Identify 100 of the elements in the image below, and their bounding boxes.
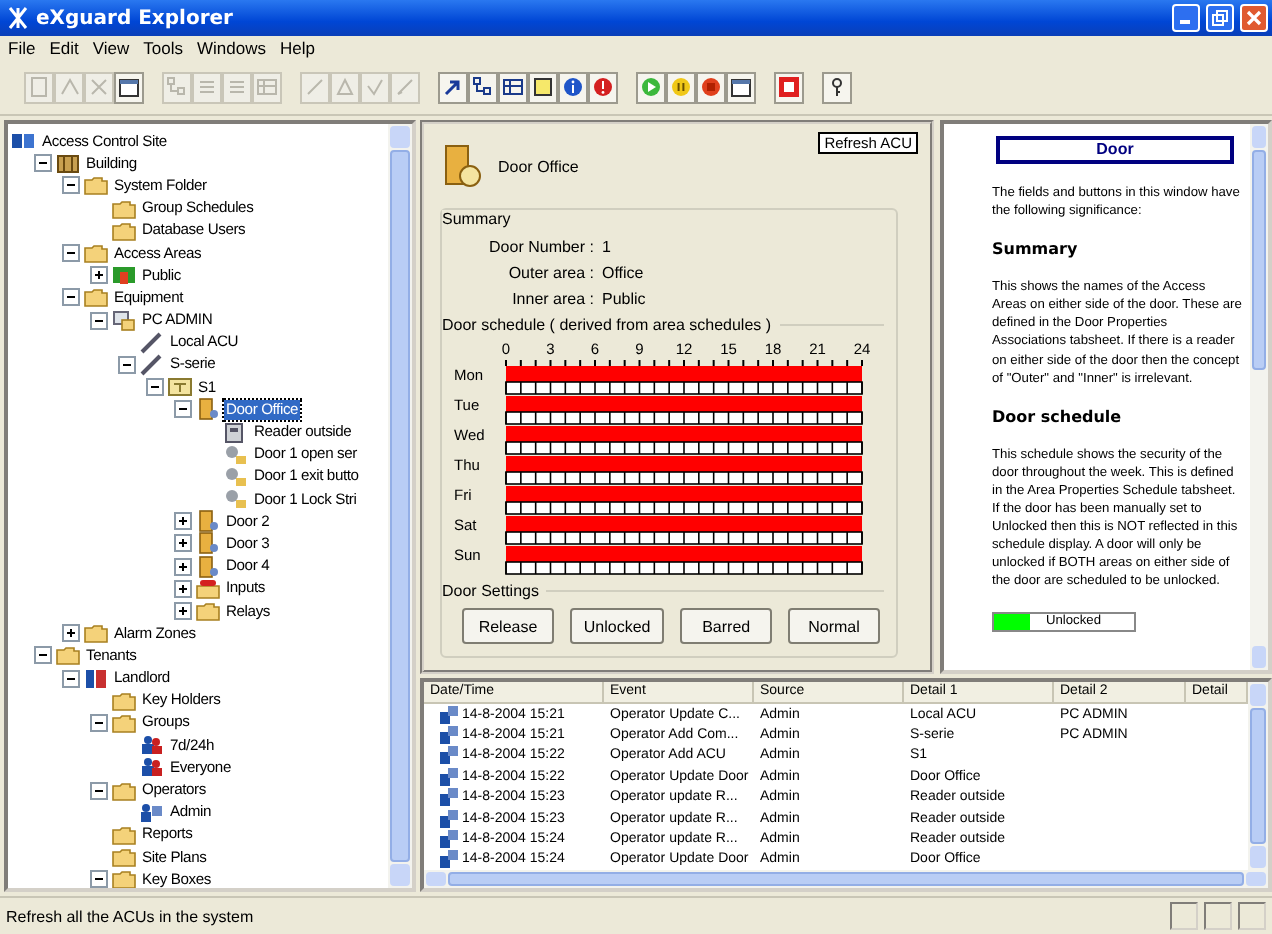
close-button[interactable] [1240, 4, 1268, 32]
expand-toggle[interactable] [90, 713, 108, 732]
field-value: Office [602, 264, 644, 282]
door-icon [196, 510, 220, 533]
minimize-button[interactable] [1172, 4, 1200, 32]
switch-icon [224, 488, 248, 511]
door-icon [196, 555, 220, 578]
pen-icon [140, 331, 164, 354]
square-icon [778, 76, 800, 98]
expand-toggle[interactable] [34, 154, 52, 173]
user-computer-icon [440, 788, 458, 807]
help-heading: Door schedule [992, 407, 1124, 426]
diagonal-line-icon [304, 76, 326, 98]
menu-item[interactable]: Tools [143, 38, 183, 58]
folder-icon [84, 174, 108, 197]
toolbar-button[interactable] [498, 71, 528, 103]
expand-toggle[interactable] [174, 557, 192, 576]
app-icon [6, 6, 30, 30]
toolbar-button[interactable] [822, 71, 852, 103]
switch-icon [224, 465, 248, 488]
toolbar-button[interactable] [696, 71, 726, 103]
expand-toggle[interactable] [90, 781, 108, 800]
people-icon [140, 756, 164, 779]
user-computer-icon [440, 850, 458, 869]
field-label: Door Number : [487, 238, 594, 256]
toolbar-button[interactable] [726, 71, 756, 103]
expand-toggle[interactable] [174, 534, 192, 553]
menu-item[interactable]: Windows [196, 38, 266, 58]
restore-button[interactable] [1206, 4, 1234, 32]
door-icon [196, 532, 220, 555]
scrollbar[interactable] [424, 870, 1268, 888]
expand-toggle[interactable] [174, 512, 192, 531]
expand-toggle[interactable] [146, 378, 164, 397]
expand-toggle[interactable] [174, 400, 192, 419]
pen-icon [140, 353, 164, 376]
info-icon [562, 76, 584, 98]
toolbar-button[interactable] [558, 71, 588, 103]
grid-icon [256, 76, 278, 98]
user-computer-icon [440, 809, 458, 828]
folder-icon [196, 600, 220, 623]
folder-icon [112, 868, 136, 888]
section-heading: Summary [442, 210, 515, 228]
folder-icon [112, 846, 136, 869]
expand-toggle[interactable] [62, 288, 80, 307]
expand-toggle[interactable] [62, 176, 80, 195]
folder-icon [112, 197, 136, 220]
expand-toggle[interactable] [174, 579, 192, 598]
folder-icon [84, 286, 108, 309]
reader-icon [224, 421, 248, 444]
door-title: Door Office [498, 157, 579, 175]
triangle-icon [334, 76, 356, 98]
expand-toggle[interactable] [62, 624, 80, 643]
building-icon [56, 152, 80, 175]
window-icon [730, 76, 752, 98]
user-computer-icon [440, 767, 458, 786]
menu-item[interactable]: File [8, 38, 36, 58]
door-setting-button[interactable]: Unlocked [569, 608, 665, 644]
toolbar-button[interactable] [468, 71, 498, 103]
scrollbar[interactable] [1250, 124, 1268, 670]
folder-icon [112, 219, 136, 242]
list-icon [226, 76, 248, 98]
expand-toggle[interactable] [118, 355, 136, 374]
expand-toggle[interactable] [90, 266, 108, 285]
expand-toggle[interactable] [62, 669, 80, 688]
chevron-up-icon [58, 76, 80, 98]
menu-item[interactable]: Edit [49, 38, 79, 58]
toolbar-button[interactable] [528, 71, 558, 103]
menu-item[interactable]: View [92, 38, 130, 58]
check-icon [364, 76, 386, 98]
alert-icon [592, 76, 614, 98]
window-icon [118, 76, 140, 98]
book-icon [84, 667, 108, 690]
scrollbar[interactable] [388, 124, 412, 888]
people-icon [140, 734, 164, 757]
expand-toggle[interactable] [90, 870, 108, 888]
expand-toggle[interactable] [90, 311, 108, 330]
play-icon [640, 76, 662, 98]
door-icon [442, 144, 482, 188]
door-setting-button[interactable]: Normal [787, 608, 880, 644]
toolbar-button[interactable] [114, 71, 144, 103]
expand-toggle[interactable] [34, 646, 52, 665]
scrollbar[interactable] [1248, 682, 1268, 870]
list-icon [196, 76, 218, 98]
folder-icon [112, 823, 136, 846]
folder-icon [84, 242, 108, 265]
status-pane [1238, 902, 1266, 930]
help-heading: Summary [992, 240, 1080, 259]
person-computer-icon [140, 801, 164, 824]
expand-toggle[interactable] [174, 602, 192, 621]
toolbar-button[interactable] [438, 71, 468, 103]
window-title: eXguard Explorer [36, 7, 235, 29]
door-icon [196, 398, 220, 421]
menu-item[interactable]: Help [279, 38, 315, 58]
switch-icon [224, 443, 248, 466]
expand-toggle[interactable] [62, 244, 80, 263]
door-setting-button[interactable]: Release [462, 608, 554, 644]
folder-icon [112, 711, 136, 734]
door-setting-button[interactable]: Barred [680, 608, 773, 644]
folder-icon [112, 779, 136, 802]
cross-icon [88, 76, 110, 98]
